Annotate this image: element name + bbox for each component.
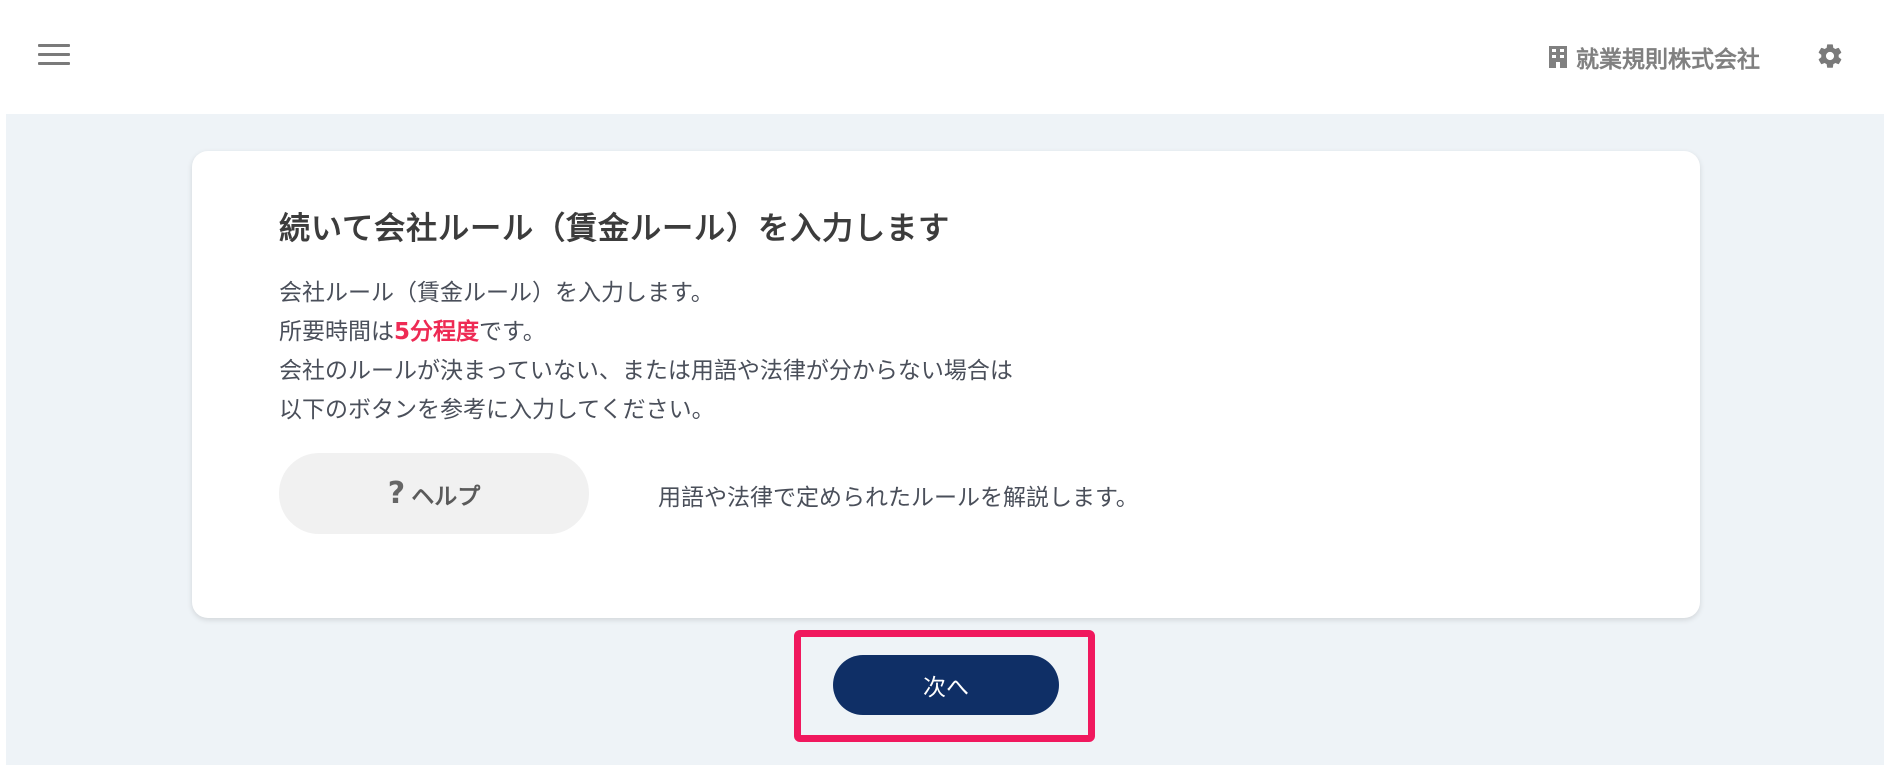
desc-line-4: 以下のボタンを参考に入力してください。 <box>279 397 715 423</box>
estimated-time: 5分程度 <box>394 319 480 345</box>
card-title: 続いて会社ルール（賃金ルール）を入力します <box>279 211 951 247</box>
company-selector[interactable]: 就業規則株式会社 <box>1548 40 1760 74</box>
desc-line-2-suffix: です。 <box>479 319 546 345</box>
question-mark-icon: ? <box>387 476 406 511</box>
desc-line-2: 所要時間は5分程度です。 <box>279 313 1013 352</box>
building-icon <box>1549 46 1567 68</box>
gear-icon[interactable] <box>1816 42 1844 70</box>
help-button-label: ヘルプ <box>411 483 481 510</box>
top-bar: 就業規則株式会社 <box>0 0 1884 114</box>
desc-line-3: 会社のルールが決まっていない、または用語や法律が分からない場合は <box>279 358 1013 384</box>
hamburger-menu-icon[interactable] <box>34 40 74 70</box>
company-name: 就業規則株式会社 <box>1576 47 1760 73</box>
card-description: 会社ルール（賃金ルール）を入力します。 所要時間は5分程度です。 会社のルールが… <box>279 274 1013 430</box>
intro-card: 続いて会社ルール（賃金ルール）を入力します 会社ルール（賃金ルール）を入力します… <box>192 151 1700 618</box>
help-button[interactable]: ? ヘルプ <box>279 453 589 534</box>
desc-line-1: 会社ルール（賃金ルール）を入力します。 <box>279 280 714 306</box>
help-description: 用語や法律で定められたルールを解説します。 <box>658 485 1139 511</box>
desc-line-2-prefix: 所要時間は <box>279 319 394 345</box>
next-button[interactable]: 次へ <box>833 655 1059 715</box>
